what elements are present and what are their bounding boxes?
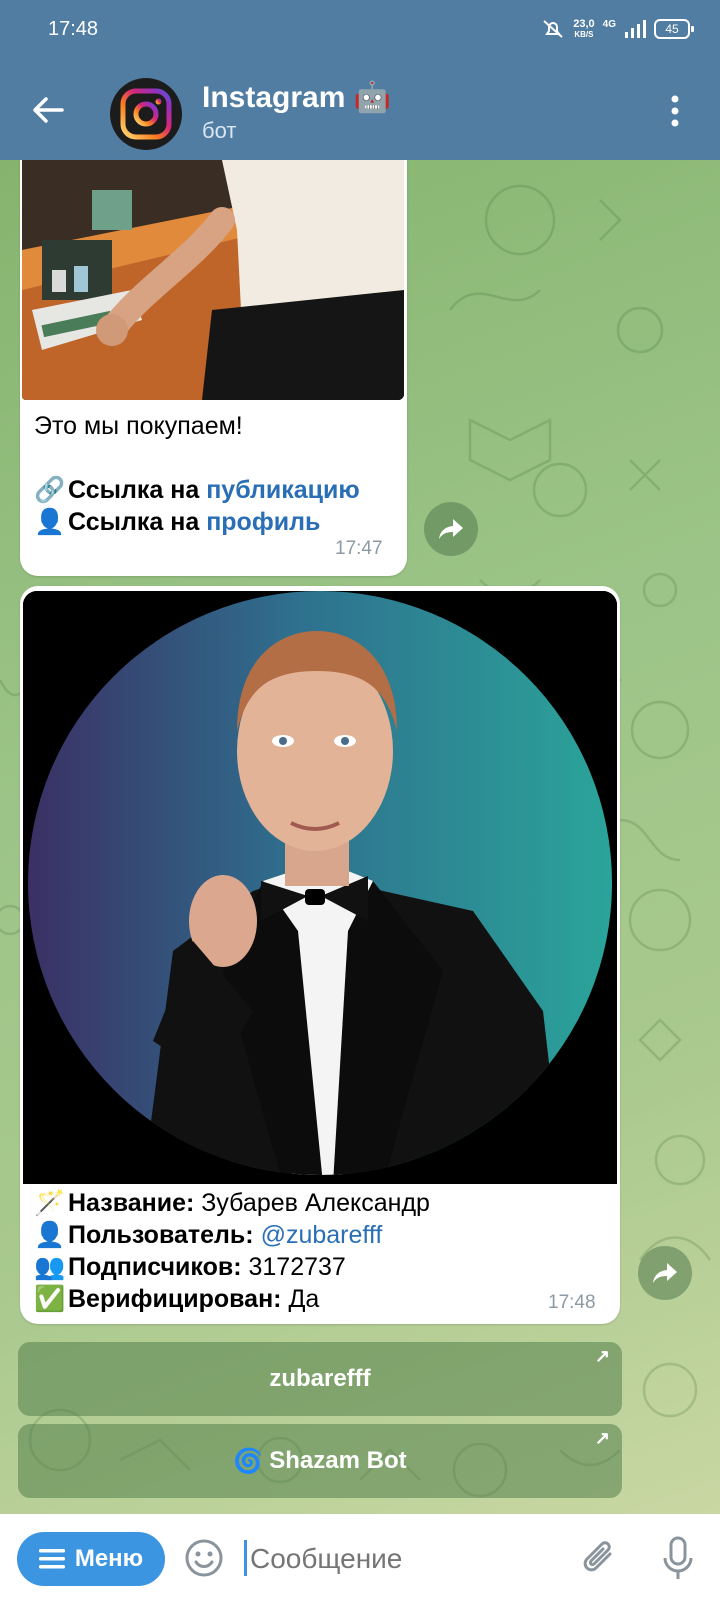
username-row: 👤 Пользователь: @zubarefff — [34, 1221, 383, 1249]
profile-photo-image — [23, 591, 617, 1184]
chat-subtitle: бот — [202, 118, 237, 143]
instagram-logo-icon — [120, 88, 172, 140]
users-emoji-icon: 👥 — [34, 1253, 66, 1281]
signal-icon — [625, 20, 646, 38]
chat-background[interactable]: Это мы покупаем! 🔗 Ссылка на публикацию 👤… — [0, 160, 720, 1514]
message-time: 17:47 — [335, 538, 383, 559]
external-link-icon: ↗ — [594, 1346, 610, 1366]
message-time: 17:48 — [548, 1292, 596, 1313]
status-bar: 17:48 23,0 KB/S 4G 45 — [0, 0, 720, 60]
cyclone-emoji-icon: 🌀 — [233, 1447, 264, 1475]
user-emoji-icon: 👤 — [34, 1221, 66, 1249]
menu-button[interactable]: Меню — [17, 1532, 165, 1586]
profile-name: Зубарев Александр — [201, 1189, 430, 1217]
text-cursor — [244, 1540, 247, 1576]
check-mark-emoji-icon: ✅ — [34, 1285, 66, 1313]
post-photo-image — [22, 160, 404, 400]
followers-count: 3172737 — [248, 1253, 346, 1281]
message-input[interactable] — [248, 1542, 552, 1576]
verified-value: Да — [288, 1285, 320, 1313]
bot-avatar[interactable] — [110, 78, 182, 150]
inline-button-label: Shazam Bot — [269, 1447, 407, 1474]
forward-icon — [653, 1263, 677, 1283]
username-link[interactable]: @zubarefff — [261, 1221, 383, 1249]
message-bubble-publication[interactable]: Это мы покупаем! 🔗 Ссылка на публикацию 👤… — [20, 160, 407, 576]
publication-link-row: 🔗 Ссылка на публикацию — [34, 476, 360, 504]
post-photo[interactable] — [22, 160, 404, 400]
message-bubble-profile[interactable]: 🪄 Название: Зубарев Александр 👤 Пользовате… — [20, 586, 620, 1324]
share-button[interactable] — [638, 1246, 692, 1300]
microphone-icon[interactable] — [660, 1534, 696, 1582]
menu-label: Меню — [74, 1545, 144, 1572]
forward-icon — [439, 519, 463, 539]
inline-button-profile[interactable]: zubarefff ↗ — [18, 1342, 622, 1416]
attach-icon[interactable] — [580, 1536, 620, 1580]
message-text: Это мы покупаем! — [34, 412, 243, 440]
followers-row: 👥 Подписчиков: 3172737 — [34, 1253, 346, 1281]
magic-wand-emoji-icon: 🪄 — [34, 1189, 66, 1217]
user-emoji-icon: 👤 — [34, 508, 66, 536]
chat-header: Instagram 🤖 бот — [0, 60, 720, 160]
inline-button-shazam[interactable]: 🌀 Shazam Bot ↗ — [18, 1424, 622, 1498]
status-time: 17:48 — [48, 18, 99, 40]
network-type: 4G — [602, 18, 616, 30]
publication-link[interactable]: публикацию — [206, 476, 360, 504]
message-input-bar: Меню — [0, 1514, 720, 1600]
profile-photo[interactable] — [23, 591, 617, 1184]
share-button[interactable] — [424, 502, 478, 556]
emoji-icon[interactable] — [184, 1538, 224, 1578]
inline-button-label: zubarefff — [269, 1365, 371, 1392]
status-icons: 23,0 KB/S 4G 45 — [541, 17, 694, 40]
external-link-icon: ↗ — [594, 1428, 610, 1448]
back-arrow-icon[interactable] — [28, 90, 68, 130]
chat-title[interactable]: Instagram 🤖 — [202, 80, 391, 115]
hamburger-icon — [38, 1549, 65, 1569]
verified-row: ✅ Верифицирован: Да — [34, 1285, 320, 1313]
mute-vibrate-icon — [543, 20, 563, 38]
network-speed: 23,0 KB/S — [573, 17, 595, 39]
name-row: 🪄 Название: Зубарев Александр — [34, 1189, 430, 1217]
link-emoji-icon: 🔗 — [34, 476, 66, 504]
more-options-icon[interactable] — [670, 94, 680, 128]
battery-indicator: 45 — [654, 19, 694, 39]
profile-link-row: 👤 Ссылка на профиль — [34, 508, 321, 536]
profile-link[interactable]: профиль — [206, 508, 320, 536]
